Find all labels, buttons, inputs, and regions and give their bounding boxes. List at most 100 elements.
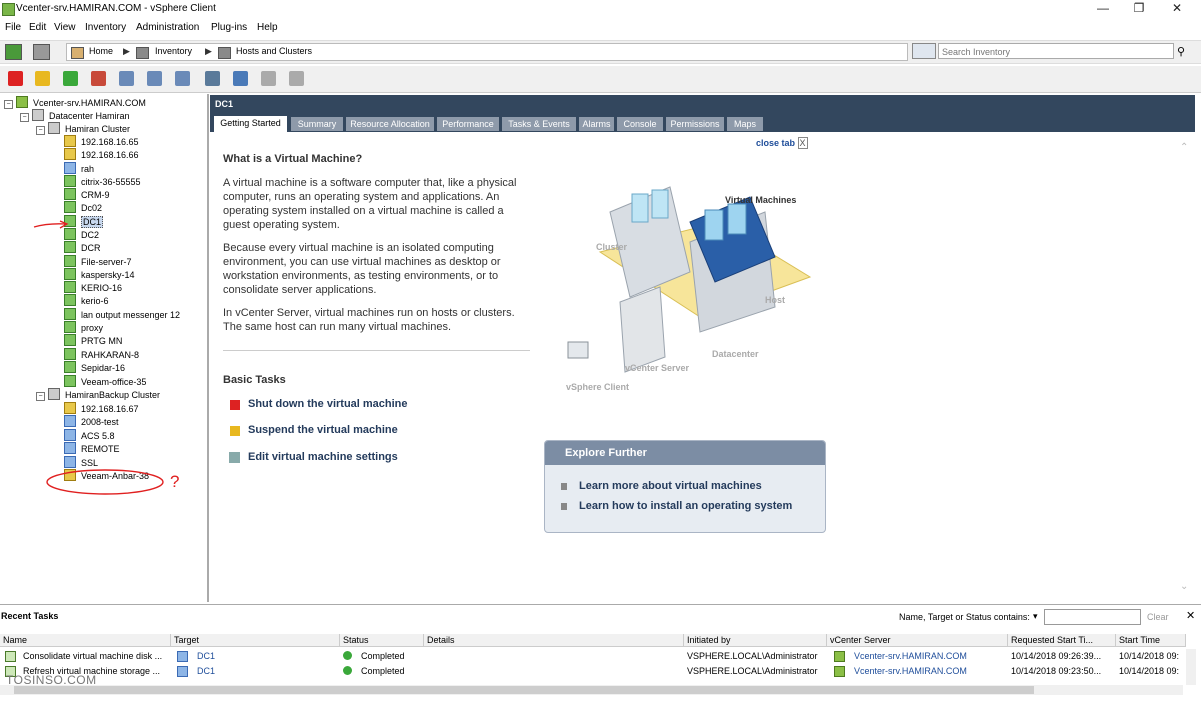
vcenter-icon	[834, 666, 845, 677]
tab-resource-allocation[interactable]: Resource Allocation	[346, 117, 434, 131]
snapshot-manager-icon[interactable]	[175, 71, 190, 86]
menu-inventory[interactable]: Inventory	[85, 22, 126, 33]
inventory-icon	[136, 47, 149, 59]
horizontal-scrollbar[interactable]	[0, 685, 1183, 695]
search-input[interactable]: Search Inventory	[938, 43, 1174, 59]
search-scope-dropdown[interactable]	[912, 43, 936, 59]
tab-console[interactable]: Console	[617, 117, 663, 131]
completed-check-icon	[343, 666, 352, 675]
table-row[interactable]: Consolidate virtual machine disk ... DC1…	[0, 649, 1186, 664]
menu-edit[interactable]: Edit	[29, 22, 46, 33]
menu-view[interactable]: View	[54, 22, 76, 33]
edit-settings-icon[interactable]	[261, 71, 276, 86]
close-panel-icon[interactable]: ✕	[1186, 609, 1195, 622]
scrollbar-thumb[interactable]	[14, 686, 1034, 694]
revert-snapshot-icon[interactable]	[147, 71, 162, 86]
object-title: DC1	[215, 99, 234, 109]
snapshot-icon[interactable]	[119, 71, 134, 86]
vm-icon	[177, 666, 188, 677]
diagram-label-datacenter: Datacenter	[712, 349, 759, 359]
tab-permissions[interactable]: Permissions	[666, 117, 724, 131]
permissions-icon[interactable]	[289, 71, 304, 86]
close-tab-link[interactable]: close tab X	[756, 137, 808, 149]
forward-arrow-icon[interactable]	[33, 44, 50, 60]
table-vertical-scrollbar[interactable]	[1186, 649, 1196, 685]
back-arrow-icon[interactable]	[5, 44, 22, 60]
minimize-button[interactable]: —	[1084, 0, 1122, 18]
toolbar	[0, 66, 1201, 93]
reset-icon[interactable]	[91, 71, 106, 86]
breadcrumb-hosts-and-clusters[interactable]: Hosts and Clusters	[236, 46, 312, 56]
diagram-label-vsphere-client: vSphere Client	[566, 382, 630, 392]
vsphere-client-shape	[567, 341, 589, 359]
search-icon[interactable]: ⚲	[1177, 45, 1185, 58]
watermark: TOSINSO.COM	[6, 673, 97, 687]
filter-dropdown-icon[interactable]: ▾	[1033, 611, 1038, 622]
column-vcenter-server[interactable]: vCenter Server	[827, 634, 1008, 647]
vm-box-shape	[631, 193, 649, 223]
paragraph-2: Because every virtual machine is an isol…	[223, 242, 501, 296]
breadcrumb-inventory[interactable]: Inventory	[155, 46, 192, 56]
learn-vm-link[interactable]: Learn more about virtual machines	[579, 480, 762, 492]
table-row[interactable]: Refresh virtual machine storage ... DC1 …	[0, 664, 1186, 679]
tab-tasks-events[interactable]: Tasks & Events	[502, 117, 576, 131]
power-off-icon	[230, 400, 240, 410]
edit-settings-link[interactable]: Edit virtual machine settings	[248, 451, 398, 463]
column-requested-start[interactable]: Requested Start Ti...	[1008, 634, 1116, 647]
shut-down-link[interactable]: Shut down the virtual machine	[248, 398, 408, 410]
menu-help[interactable]: Help	[257, 22, 278, 33]
inventory-tree: − Vcenter-srv.HAMIRAN.COM − Datacenter Ham…	[0, 94, 209, 602]
close-tab-icon[interactable]: X	[797, 137, 808, 149]
tab-performance[interactable]: Performance	[437, 117, 499, 131]
power-off-icon[interactable]	[8, 71, 23, 86]
vm-box-shape	[727, 203, 747, 235]
scroll-down-icon[interactable]: ⌄	[1180, 581, 1188, 592]
tab-summary[interactable]: Summary	[291, 117, 343, 131]
home-icon	[71, 47, 84, 59]
breadcrumb-home[interactable]: Home	[89, 46, 113, 56]
breadcrumb-separator-icon: ▶	[205, 46, 212, 56]
column-status[interactable]: Status	[340, 634, 424, 647]
menu-administration[interactable]: Administration	[136, 22, 199, 33]
migrate-icon[interactable]	[233, 71, 248, 86]
tab-bar: Getting Started Summary Resource Allocat…	[210, 113, 1195, 132]
content-scrollbar[interactable]: ⌃ ⌄	[1180, 142, 1190, 592]
navigation-bar: Home ▶ Inventory ▶ Hosts and Clusters Se…	[0, 40, 1201, 64]
menu-plugins[interactable]: Plug-ins	[211, 22, 247, 33]
object-header: DC1	[210, 95, 1195, 113]
tab-maps[interactable]: Maps	[727, 117, 763, 131]
clear-button[interactable]: Clear	[1147, 612, 1169, 622]
annotation-arrow	[33, 223, 67, 228]
vsphere-logo-icon	[2, 3, 15, 16]
window-title: Vcenter-srv.HAMIRAN.COM - vSphere Client	[16, 3, 216, 14]
explore-further-panel: Explore Further Learn more about virtual…	[544, 440, 826, 533]
annotation-overlay	[33, 220, 164, 495]
maximize-button[interactable]: ❐	[1120, 0, 1158, 18]
suspend-link[interactable]: Suspend the virtual machine	[248, 424, 398, 436]
menu-file[interactable]: File	[5, 22, 21, 33]
column-name[interactable]: Name	[0, 634, 171, 647]
completed-check-icon	[343, 651, 352, 660]
tab-getting-started[interactable]: Getting Started	[214, 116, 287, 132]
column-initiated-by[interactable]: Initiated by	[684, 634, 827, 647]
power-on-icon[interactable]	[63, 71, 78, 86]
annotation-question-mark: ?	[170, 472, 180, 491]
vm-box-shape	[704, 209, 724, 241]
column-target[interactable]: Target	[171, 634, 340, 647]
filter-input[interactable]	[1044, 609, 1141, 625]
suspend-icon[interactable]	[35, 71, 50, 86]
console-icon[interactable]	[205, 71, 220, 86]
diagram-label-vcenter-server: vCenter Server	[625, 363, 690, 373]
learn-install-os-link[interactable]: Learn how to install an operating system	[579, 500, 792, 512]
diagram-label-cluster: Cluster	[596, 242, 628, 252]
title-bar: Vcenter-srv.HAMIRAN.COM - vSphere Client…	[0, 0, 1201, 18]
close-button[interactable]: ✕	[1158, 0, 1196, 18]
tab-alarms[interactable]: Alarms	[579, 117, 614, 131]
vm-box-shape	[651, 189, 669, 219]
edit-settings-icon	[229, 452, 240, 463]
scroll-up-icon[interactable]: ⌃	[1180, 142, 1188, 153]
column-start-time[interactable]: Start Time	[1116, 634, 1186, 647]
recent-tasks-title: Recent Tasks	[1, 611, 59, 621]
recent-tasks-panel: Recent Tasks Name, Target or Status cont…	[0, 604, 1201, 702]
column-details[interactable]: Details	[424, 634, 684, 647]
